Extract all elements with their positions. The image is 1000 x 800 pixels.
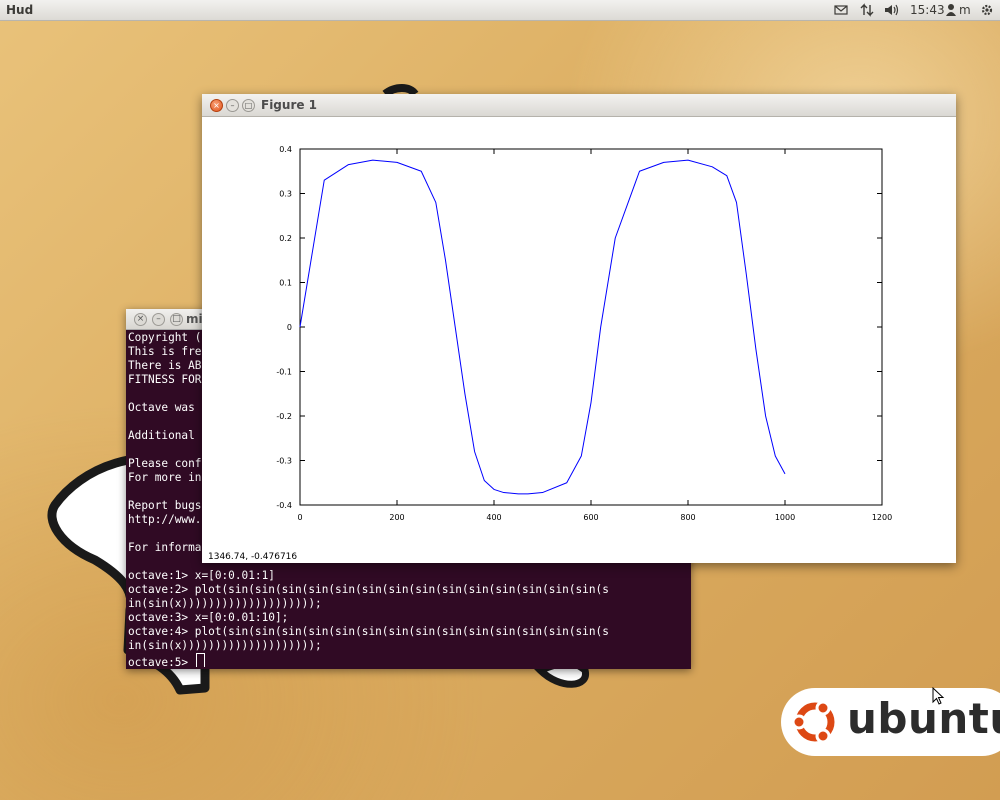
y-tick-label: -0.2 — [276, 412, 292, 421]
terminal-prompt: octave:5> — [128, 656, 195, 667]
circle-of-friends-icon — [791, 700, 835, 744]
terminal-line: octave:4> plot(sin(sin(sin(sin(sin(sin(s… — [128, 625, 609, 638]
x-tick-label: 200 — [389, 513, 404, 522]
plot-canvas[interactable]: 0 200 400 600 800 1000 1200 0.4 0.3 0.2 0.1 0 -0.1 -0… — [202, 116, 956, 556]
series-line — [299, 159, 786, 495]
terminal-line: octave:3> x=[0:0.01:10]; — [128, 611, 289, 624]
terminal-line: in(sin(x)))))))))))))))))))); — [128, 597, 322, 610]
y-tick-label: 0.4 — [279, 145, 292, 154]
figure-titlebar[interactable]: × – □ Figure 1 — [202, 94, 956, 117]
minimize-icon[interactable]: – — [152, 313, 165, 326]
y-tick-label: -0.1 — [276, 368, 292, 377]
hud-title[interactable]: Hud — [6, 3, 33, 17]
x-tick-label: 0 — [297, 513, 302, 522]
mouse-pointer-icon — [932, 687, 945, 705]
x-tick-label: 800 — [680, 513, 695, 522]
y-tick-label: 0.2 — [279, 234, 292, 243]
clock[interactable]: 15:43 — [910, 0, 945, 20]
y-tick-label: -0.4 — [276, 501, 292, 510]
y-tick-label: -0.3 — [276, 457, 292, 466]
maximize-icon[interactable]: □ — [170, 313, 183, 326]
terminal-line: octave:1> x=[0:0.01:1] — [128, 569, 275, 582]
y-tick-label: 0.3 — [279, 190, 292, 199]
network-icon[interactable] — [860, 0, 874, 20]
y-tick-label: 0 — [287, 323, 292, 332]
cursor-coordinates: 1346.74, -0.476716 — [208, 552, 298, 562]
ubuntu-wordmark: ubuntu — [847, 694, 1000, 743]
close-icon[interactable]: × — [134, 313, 147, 326]
text-cursor — [195, 653, 205, 667]
terminal-line: in(sin(x)))))))))))))))))))); — [128, 639, 322, 652]
y-tick-label: 0.1 — [279, 279, 292, 288]
user-name[interactable]: m — [959, 0, 971, 20]
top-panel: Hud 15:43 m — [0, 0, 1000, 21]
x-tick-label: 1000 — [775, 513, 795, 522]
x-tick-label: 400 — [486, 513, 501, 522]
terminal-title: mi — [186, 312, 203, 326]
x-tick-label: 1200 — [872, 513, 892, 522]
volume-icon[interactable] — [884, 0, 900, 20]
x-tick-label: 600 — [583, 513, 598, 522]
ubuntu-logo: ubuntu — [781, 688, 1000, 756]
user-icon[interactable] — [946, 0, 956, 20]
minimize-icon[interactable]: – — [226, 99, 239, 112]
close-icon[interactable]: × — [210, 99, 223, 112]
figure-window[interactable]: × – □ Figure 1 0 200 400 600 800 1000 1200 0.4 0… — [202, 94, 956, 563]
figure-title: Figure 1 — [261, 98, 318, 112]
plot-axes-box — [299, 148, 883, 506]
terminal-line: octave:2> plot(sin(sin(sin(sin(sin(sin(s… — [128, 583, 609, 596]
maximize-icon[interactable]: □ — [242, 99, 255, 112]
gear-icon[interactable] — [980, 0, 994, 20]
mail-icon[interactable] — [834, 0, 848, 20]
